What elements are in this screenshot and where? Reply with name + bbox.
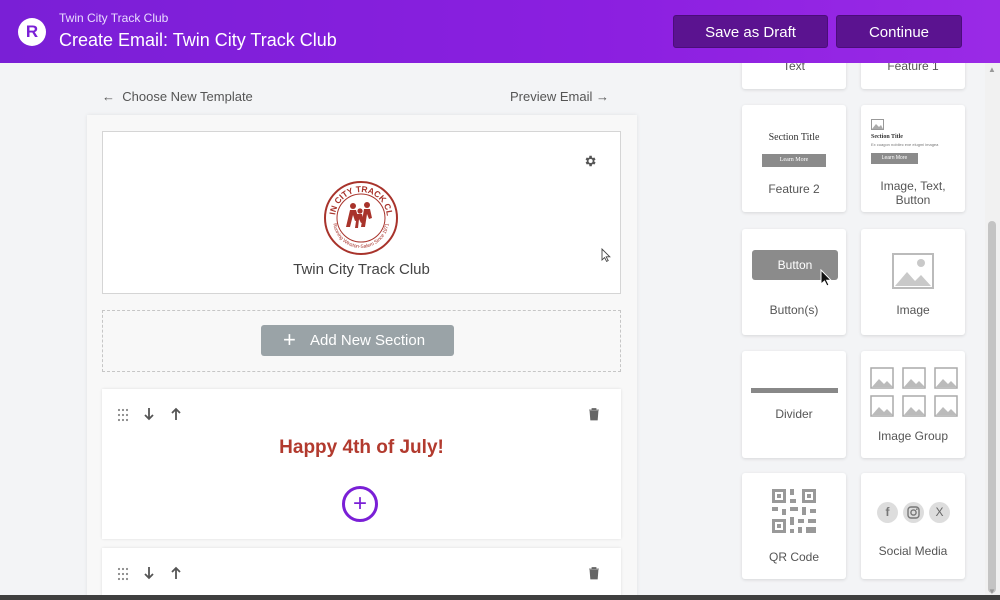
image-icon [892, 253, 934, 289]
move-up-icon[interactable] [170, 407, 182, 421]
itb-preview-subtext: Ex cuagon nobilec exe elugmi imagea [871, 142, 939, 147]
add-new-section-label: Add New Section [310, 332, 426, 349]
facebook-icon: f [877, 502, 898, 523]
plus-icon: + [352, 490, 367, 517]
itb-preview-button: Learn More [871, 153, 918, 164]
block-qr-code-label: QR Code [768, 550, 820, 564]
itb-preview-title: Section Title [871, 134, 903, 140]
arrow-right-icon: → [595, 89, 609, 104]
page-title: Create Email: Twin City Track Club [59, 30, 337, 50]
choose-new-template-link[interactable]: ← Choose New Template [102, 89, 253, 104]
preview-email-link[interactable]: Preview Email → [510, 89, 609, 104]
block-social-media[interactable]: f X Social Media [861, 473, 965, 579]
block-feature-1-label: Feature 1 [887, 63, 939, 73]
org-name: Twin City Track Club [59, 11, 169, 25]
mouse-pointer-icon [820, 269, 833, 287]
block-image-group-label: Image Group [877, 429, 949, 443]
drag-handle-icon[interactable] [117, 408, 129, 422]
app-header: R Twin City Track Club Create Email: Twi… [0, 0, 1000, 63]
block-text[interactable]: Text [742, 63, 846, 89]
block-text-label: Text [782, 63, 805, 73]
block-image-text-button[interactable]: Section Title Ex cuagon nobilec exe elug… [861, 105, 965, 212]
block-feature-1[interactable]: Feature 1 [861, 63, 965, 89]
feature-2-preview-title: Section Title [768, 132, 820, 143]
gear-icon[interactable] [583, 154, 597, 168]
headline-text[interactable]: Happy 4th of July! [102, 437, 621, 459]
block-image-text-button-label: Image, Text, Button [880, 179, 946, 207]
move-down-icon[interactable] [143, 407, 155, 421]
preview-email-label: Preview Email [510, 89, 593, 104]
divider-preview [751, 388, 838, 393]
scrollbar-thumb[interactable] [988, 221, 996, 593]
continue-button[interactable]: Continue [836, 15, 962, 48]
club-logo: TWIN CITY TRACK CLUB Running Winston-Sal… [323, 180, 398, 255]
image-placeholder-icon [871, 119, 884, 130]
club-name: Twin City Track Club [293, 261, 430, 278]
block-image-group[interactable]: Image Group [861, 351, 965, 458]
mouse-pointer-icon [601, 248, 611, 262]
image-group-icon [870, 367, 958, 417]
bottom-edge-bar [0, 595, 1000, 600]
block-buttons-label: Button(s) [769, 303, 819, 317]
block-image-label: Image [896, 303, 930, 317]
instagram-icon [903, 502, 924, 523]
block-social-media-label: Social Media [878, 544, 948, 558]
block-divider-label: Divider [775, 407, 813, 421]
blocks-panel: Text Feature 1 Section Title Learn More … [728, 63, 1000, 600]
add-content-button[interactable]: + [342, 486, 378, 522]
trash-icon[interactable] [588, 407, 600, 421]
app-logo[interactable]: R [18, 18, 46, 46]
save-as-draft-button[interactable]: Save as Draft [673, 15, 828, 48]
drag-handle-icon[interactable] [117, 567, 129, 581]
block-divider[interactable]: Divider [742, 351, 846, 458]
qr-code-icon [772, 489, 816, 533]
plus-icon: + [283, 327, 296, 352]
trash-icon[interactable] [588, 566, 600, 580]
scroll-up-arrow-icon[interactable]: ▲ [988, 65, 996, 74]
block-image[interactable]: Image [861, 229, 965, 335]
block-feature-2[interactable]: Section Title Learn More Feature 2 [742, 105, 846, 212]
choose-new-template-label: Choose New Template [122, 89, 253, 104]
x-twitter-icon: X [929, 502, 950, 523]
blocks-panel-scrollbar[interactable]: ▲ ▼ [985, 63, 1000, 600]
block-qr-code[interactable]: QR Code [742, 473, 846, 579]
move-up-icon[interactable] [170, 566, 182, 580]
arrow-left-icon: ← [102, 89, 115, 104]
add-new-section-button[interactable]: + Add New Section [261, 325, 454, 356]
block-feature-2-label: Feature 2 [768, 182, 820, 196]
feature-2-preview-button: Learn More [762, 154, 826, 167]
move-down-icon[interactable] [143, 566, 155, 580]
block-buttons[interactable]: Button Button(s) [742, 229, 846, 335]
